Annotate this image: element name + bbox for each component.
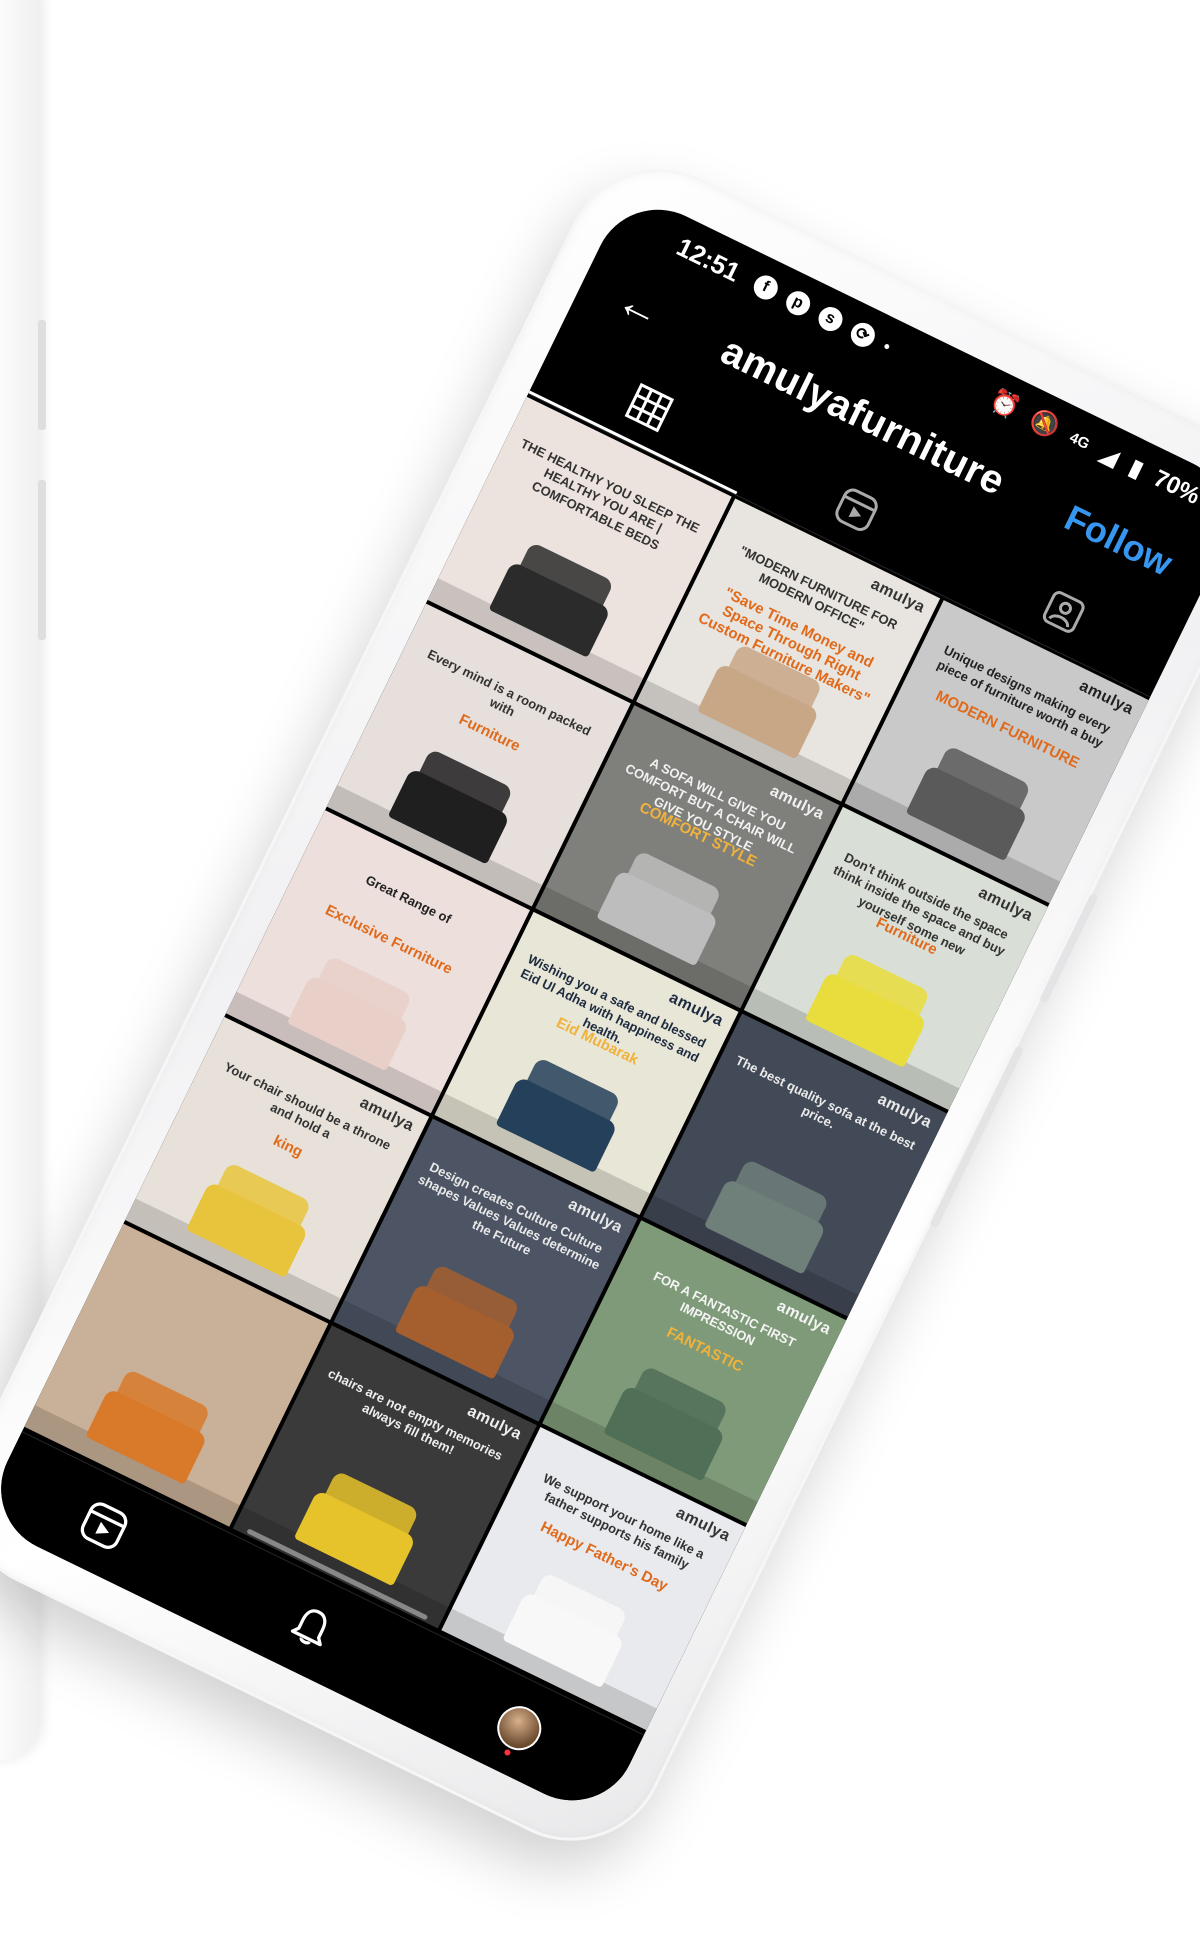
notifications-icon (290, 1609, 327, 1647)
pinterest-icon: p (781, 287, 814, 320)
battery-icon: ▮ (1124, 453, 1149, 484)
phone-device: 12:51 f p s ⟳ • ⏰ 🔕 4G ◢ ▮ 70% ← amulyaf… (0, 137, 1200, 1873)
facebook-icon: f (749, 271, 782, 304)
profile-avatar (489, 1698, 549, 1758)
phone-screen: 12:51 f p s ⟳ • ⏰ 🔕 4G ◢ ▮ 70% ← amulyaf… (0, 188, 1200, 1822)
notification-dot (503, 1748, 512, 1757)
background-phone-button (38, 480, 46, 640)
grid-icon (625, 382, 675, 433)
background-phone-button (38, 320, 46, 430)
reels-icon (81, 1502, 128, 1550)
phone-side-button (1038, 892, 1099, 1004)
skype-icon: s (814, 302, 847, 335)
nav-profile-button[interactable] (489, 1698, 549, 1758)
status-time: 12:51 (672, 231, 746, 288)
nav-reels-button[interactable] (75, 1496, 134, 1555)
network-label: 4G (1066, 428, 1093, 453)
tagged-icon (1042, 590, 1085, 633)
mute-icon: 🔕 (1025, 404, 1065, 443)
battery-label: 70% (1149, 464, 1200, 511)
sync-icon: ⟳ (846, 318, 879, 351)
reels-icon (835, 488, 878, 531)
signal-icon: ◢ (1095, 438, 1124, 472)
stage: 12:51 f p s ⟳ • ⏰ 🔕 4G ◢ ▮ 70% ← amulyaf… (0, 0, 1200, 1960)
alarm-icon: ⏰ (985, 385, 1025, 423)
nav-notifications-button[interactable] (282, 1598, 341, 1657)
dot-icon: • (879, 335, 895, 357)
